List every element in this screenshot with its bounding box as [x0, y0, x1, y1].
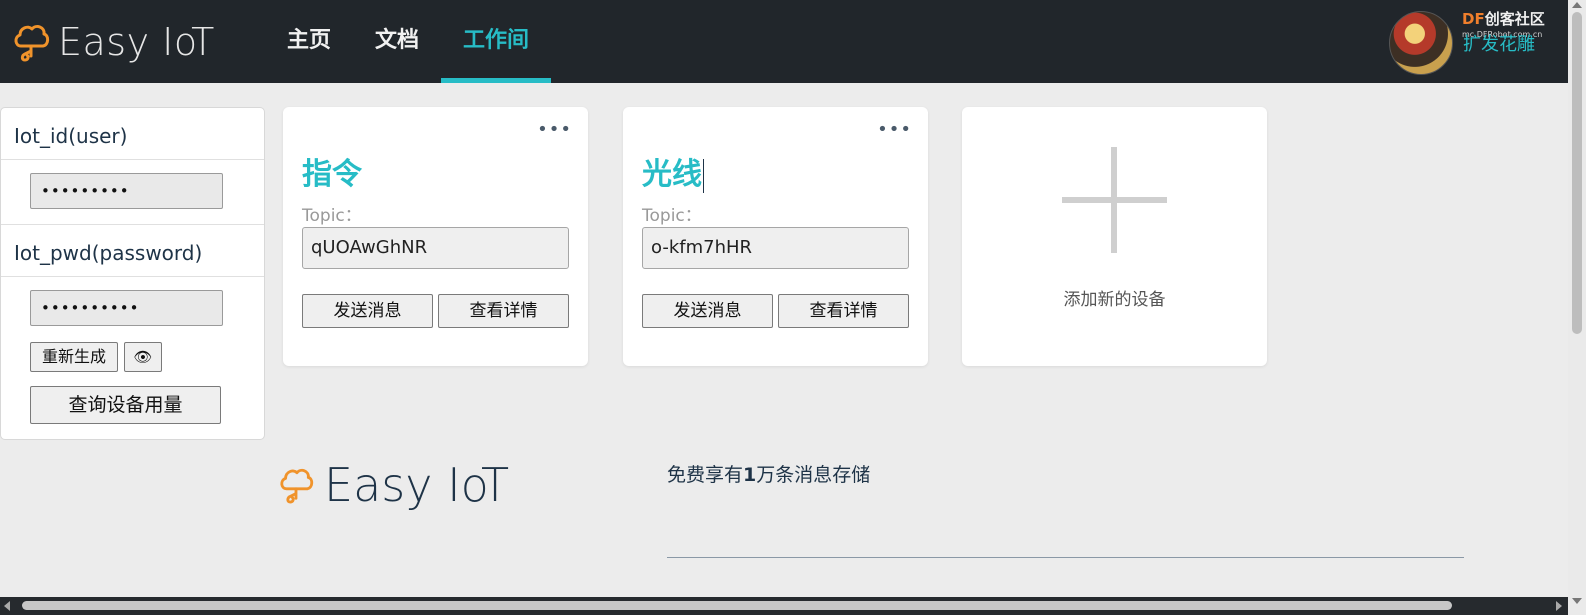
- view-details-button[interactable]: 查看详情: [778, 294, 909, 328]
- nav-workspace[interactable]: 工作间: [441, 0, 552, 83]
- user-avatar[interactable]: [1389, 11, 1453, 75]
- iot-pwd-label: Iot_pwd(password): [1, 225, 264, 277]
- device-card: ••• 指令 Topic： qUOAwGhNR 发送消息 查看详情: [283, 107, 588, 366]
- device-name-editing[interactable]: 光线: [642, 149, 704, 193]
- nav-docs[interactable]: 文档: [353, 0, 441, 83]
- send-message-button[interactable]: 发送消息: [302, 294, 433, 328]
- scroll-left-icon[interactable]: [4, 601, 10, 611]
- show-password-button[interactable]: 👁: [124, 342, 162, 372]
- device-card: ••• 光线 Topic： o-kfm7hHR 发送消息 查看详情: [623, 107, 928, 366]
- device-name: 光线: [642, 157, 702, 192]
- vertical-scrollbar[interactable]: [1568, 0, 1586, 615]
- add-device-label: 添加新的设备: [1063, 290, 1166, 310]
- credentials-panel: Iot_id(user) ••••••••• Iot_pwd(password)…: [0, 107, 265, 440]
- horizontal-scrollbar[interactable]: [0, 597, 1568, 615]
- footer-logo: Easy IoT: [278, 458, 509, 512]
- scroll-right-icon[interactable]: [1556, 601, 1562, 611]
- iot-id-row: •••••••••: [1, 160, 264, 225]
- scroll-up-icon[interactable]: [1572, 2, 1582, 8]
- main-nav: 主页 文档 工作间: [265, 0, 552, 83]
- topic-field[interactable]: qUOAwGhNR: [302, 227, 569, 269]
- topic-label: Topic：: [642, 206, 702, 226]
- footer-divider: [667, 557, 1464, 558]
- eye-icon: 👁: [133, 348, 153, 366]
- query-usage-button[interactable]: 查询设备用量: [30, 386, 221, 424]
- top-navbar: Easy IoT 主页 文档 工作间 DF创客社区 mc.DFRobot.com…: [0, 0, 1568, 83]
- send-message-button[interactable]: 发送消息: [642, 294, 773, 328]
- cloud-icon: [14, 25, 50, 62]
- footer-logo-text: Easy IoT: [324, 458, 510, 512]
- view-details-button[interactable]: 查看详情: [438, 294, 569, 328]
- brand-prefix: DF: [1462, 10, 1485, 28]
- nav-home[interactable]: 主页: [265, 0, 353, 83]
- vertical-scroll-thumb[interactable]: [1572, 12, 1582, 334]
- scroll-down-icon[interactable]: [1572, 598, 1582, 604]
- device-name: 指令: [302, 157, 362, 192]
- iot-pwd-section: •••••••••• 重新生成 👁 查询设备用量: [1, 277, 264, 437]
- user-name[interactable]: 扩发花雕: [1463, 30, 1535, 56]
- text-caret: [703, 158, 704, 193]
- iot-id-label: Iot_id(user): [1, 108, 264, 160]
- topic-field[interactable]: o-kfm7hHR: [642, 227, 909, 269]
- more-options-icon[interactable]: •••: [537, 119, 572, 140]
- horizontal-scroll-thumb[interactable]: [22, 601, 1452, 610]
- more-options-icon[interactable]: •••: [877, 119, 912, 140]
- iot-id-field[interactable]: •••••••••: [30, 173, 223, 209]
- cloud-icon: [280, 468, 314, 504]
- topic-label: Topic：: [302, 206, 362, 226]
- promo-number: 1: [743, 464, 757, 486]
- iot-pwd-field[interactable]: ••••••••••: [30, 290, 223, 326]
- brand-suffix: 创客社区: [1484, 10, 1545, 28]
- promo-text: 免费享有1万条消息存储: [667, 464, 871, 486]
- add-device-card[interactable]: 添加新的设备: [962, 107, 1267, 366]
- regenerate-button[interactable]: 重新生成: [30, 342, 118, 372]
- header-logo[interactable]: Easy IoT: [12, 20, 215, 64]
- logo-text: Easy IoT: [58, 20, 215, 64]
